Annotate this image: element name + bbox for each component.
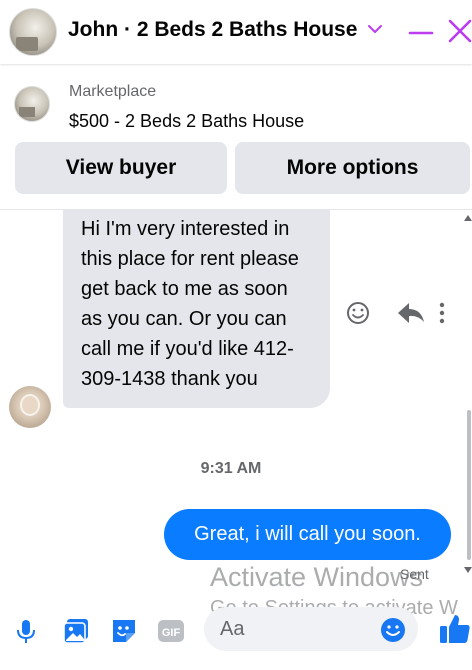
sender-avatar[interactable] bbox=[9, 386, 51, 428]
scroll-up-arrow-icon[interactable] bbox=[464, 214, 472, 222]
microphone-icon[interactable] bbox=[12, 617, 40, 645]
message-actions bbox=[347, 302, 445, 324]
chat-title[interactable]: John · 2 Beds 2 Baths House bbox=[68, 18, 357, 42]
sent-status: Sent bbox=[400, 566, 429, 582]
contact-avatar[interactable] bbox=[9, 8, 57, 56]
thumbs-up-icon[interactable] bbox=[438, 612, 472, 646]
more-options-button[interactable]: More options bbox=[235, 142, 470, 194]
incoming-message-bubble[interactable]: Hi I'm very interested in this place for… bbox=[63, 210, 330, 408]
reply-icon[interactable] bbox=[398, 303, 424, 323]
message-composer: GIF Aa bbox=[0, 590, 472, 670]
more-vertical-icon[interactable] bbox=[439, 302, 445, 324]
marketplace-label: Marketplace bbox=[69, 83, 157, 100]
emoji-icon[interactable] bbox=[380, 617, 406, 643]
react-emoji-icon[interactable] bbox=[347, 302, 369, 324]
sticker-icon[interactable] bbox=[110, 617, 138, 645]
message-input-placeholder: Aa bbox=[220, 618, 245, 640]
message-timestamp: 9:31 AM bbox=[200, 460, 262, 477]
message-thread[interactable]: Hi I'm very interested in this place for… bbox=[0, 210, 472, 586]
listing-title[interactable]: $500 - 2 Beds 2 Baths House bbox=[69, 111, 304, 132]
view-buyer-button[interactable]: View buyer bbox=[15, 142, 227, 194]
outgoing-message-bubble[interactable]: Great, i will call you soon. bbox=[164, 509, 451, 560]
minimize-icon[interactable] bbox=[408, 20, 434, 46]
photo-icon[interactable] bbox=[62, 617, 90, 645]
scrollbar-thumb[interactable] bbox=[467, 410, 471, 560]
listing-thumbnail[interactable] bbox=[14, 86, 50, 122]
chat-header: John · 2 Beds 2 Baths House bbox=[0, 0, 472, 64]
marketplace-panel: Marketplace $500 - 2 Beds 2 Baths House … bbox=[0, 64, 472, 210]
gif-label: GIF bbox=[162, 627, 181, 639]
scroll-down-arrow-icon[interactable] bbox=[464, 566, 472, 574]
gif-icon[interactable]: GIF bbox=[157, 617, 185, 645]
chevron-down-icon[interactable] bbox=[366, 20, 384, 38]
close-icon[interactable] bbox=[446, 16, 472, 46]
